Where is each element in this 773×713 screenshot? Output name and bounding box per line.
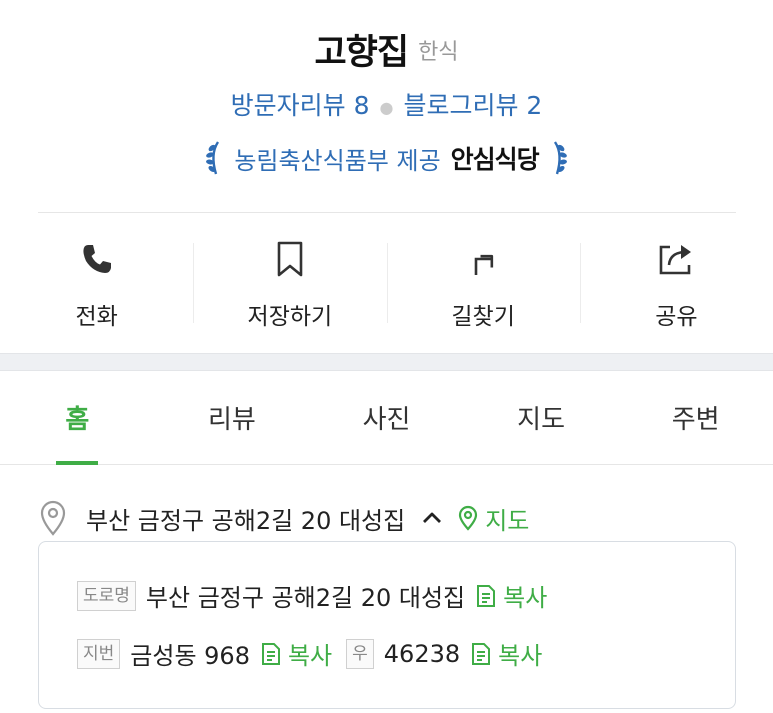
copy-label: 복사: [503, 584, 548, 612]
copy-label: 복사: [498, 642, 543, 670]
badge-provider: 농림축산식품부 제공: [234, 146, 441, 175]
tab-photos[interactable]: 사진: [309, 371, 464, 464]
copy-icon: [261, 642, 280, 665]
directions-icon: [474, 254, 494, 275]
share-label: 공유: [655, 304, 698, 330]
call-label: 전화: [75, 304, 118, 330]
laurel-left-icon: [206, 141, 220, 175]
title-row: 고향집 한식: [0, 24, 773, 75]
review-counts: 방문자리뷰 8 ● 블로그리뷰 2: [0, 86, 773, 122]
phone-icon: [83, 245, 111, 273]
tab-reviews[interactable]: 리뷰: [155, 371, 310, 464]
lot-address-line: 지번 금성동 968 복사 우 46238 복사: [77, 636, 542, 671]
copy-postal-code-button[interactable]: 복사: [470, 636, 542, 671]
save-label: 저장하기: [247, 304, 333, 330]
tab-nearby[interactable]: 주변: [618, 371, 773, 464]
blog-review-link[interactable]: 블로그리뷰 2: [403, 91, 542, 120]
copy-icon: [477, 584, 496, 607]
lot-address-tag: 지번: [77, 638, 121, 669]
map-link[interactable]: 지도: [457, 501, 529, 536]
share-button[interactable]: 공유: [579, 213, 773, 353]
postal-code-tag: 우: [346, 638, 374, 669]
lot-address-value: 금성동 968: [130, 642, 250, 670]
road-address-tag: 도로명: [77, 580, 136, 611]
copy-road-address-button[interactable]: 복사: [475, 578, 547, 613]
place-name: 고향집: [314, 33, 409, 73]
copy-lot-address-button[interactable]: 복사: [260, 636, 332, 671]
action-bar: 전화 저장하기 길찾기 공유: [0, 213, 773, 353]
location-pin-icon: [40, 500, 66, 536]
laurel-right-icon: [553, 141, 567, 175]
address-summary: 부산 금정구 공해2길 20 대성집: [86, 506, 406, 535]
safe-restaurant-badge[interactable]: 농림축산식품부 제공 안심식당: [0, 140, 773, 176]
road-address-value: 부산 금정구 공해2길 20 대성집: [145, 584, 466, 612]
visitor-review-link[interactable]: 방문자리뷰 8: [231, 91, 370, 120]
map-link-label: 지도: [485, 506, 530, 535]
address-row: 부산 금정구 공해2길 20 대성집 지도: [38, 498, 529, 538]
directions-button[interactable]: 길찾기: [386, 213, 580, 353]
road-address-line: 도로명 부산 금정구 공해2길 20 대성집 복사: [77, 578, 547, 613]
map-pin-icon: [459, 505, 478, 531]
section-gap: [0, 353, 773, 371]
bookmark-icon: [277, 241, 303, 277]
copy-icon: [472, 642, 491, 665]
postal-code-value: 46238: [383, 639, 461, 668]
address-detail-box: 도로명 부산 금정구 공해2길 20 대성집 복사 지번 금성동 968 복사 …: [38, 541, 736, 709]
call-button[interactable]: 전화: [0, 213, 193, 353]
chevron-up-icon[interactable]: [419, 505, 445, 531]
share-icon: [660, 245, 692, 275]
place-category: 한식: [418, 39, 459, 65]
separator-dot: ●: [379, 97, 394, 117]
tab-bar: 홈 리뷰 사진 지도 주변: [0, 371, 773, 465]
place-header: 고향집 한식 방문자리뷰 8 ● 블로그리뷰 2 농림축산식품부 제공 안심식당: [0, 0, 773, 212]
copy-label: 복사: [287, 642, 333, 670]
directions-label: 길찾기: [451, 304, 515, 330]
safe-restaurant-logo: 안심식당: [450, 145, 540, 174]
save-button[interactable]: 저장하기: [193, 213, 386, 353]
tab-map[interactable]: 지도: [464, 371, 619, 464]
tab-home[interactable]: 홈: [0, 371, 155, 464]
